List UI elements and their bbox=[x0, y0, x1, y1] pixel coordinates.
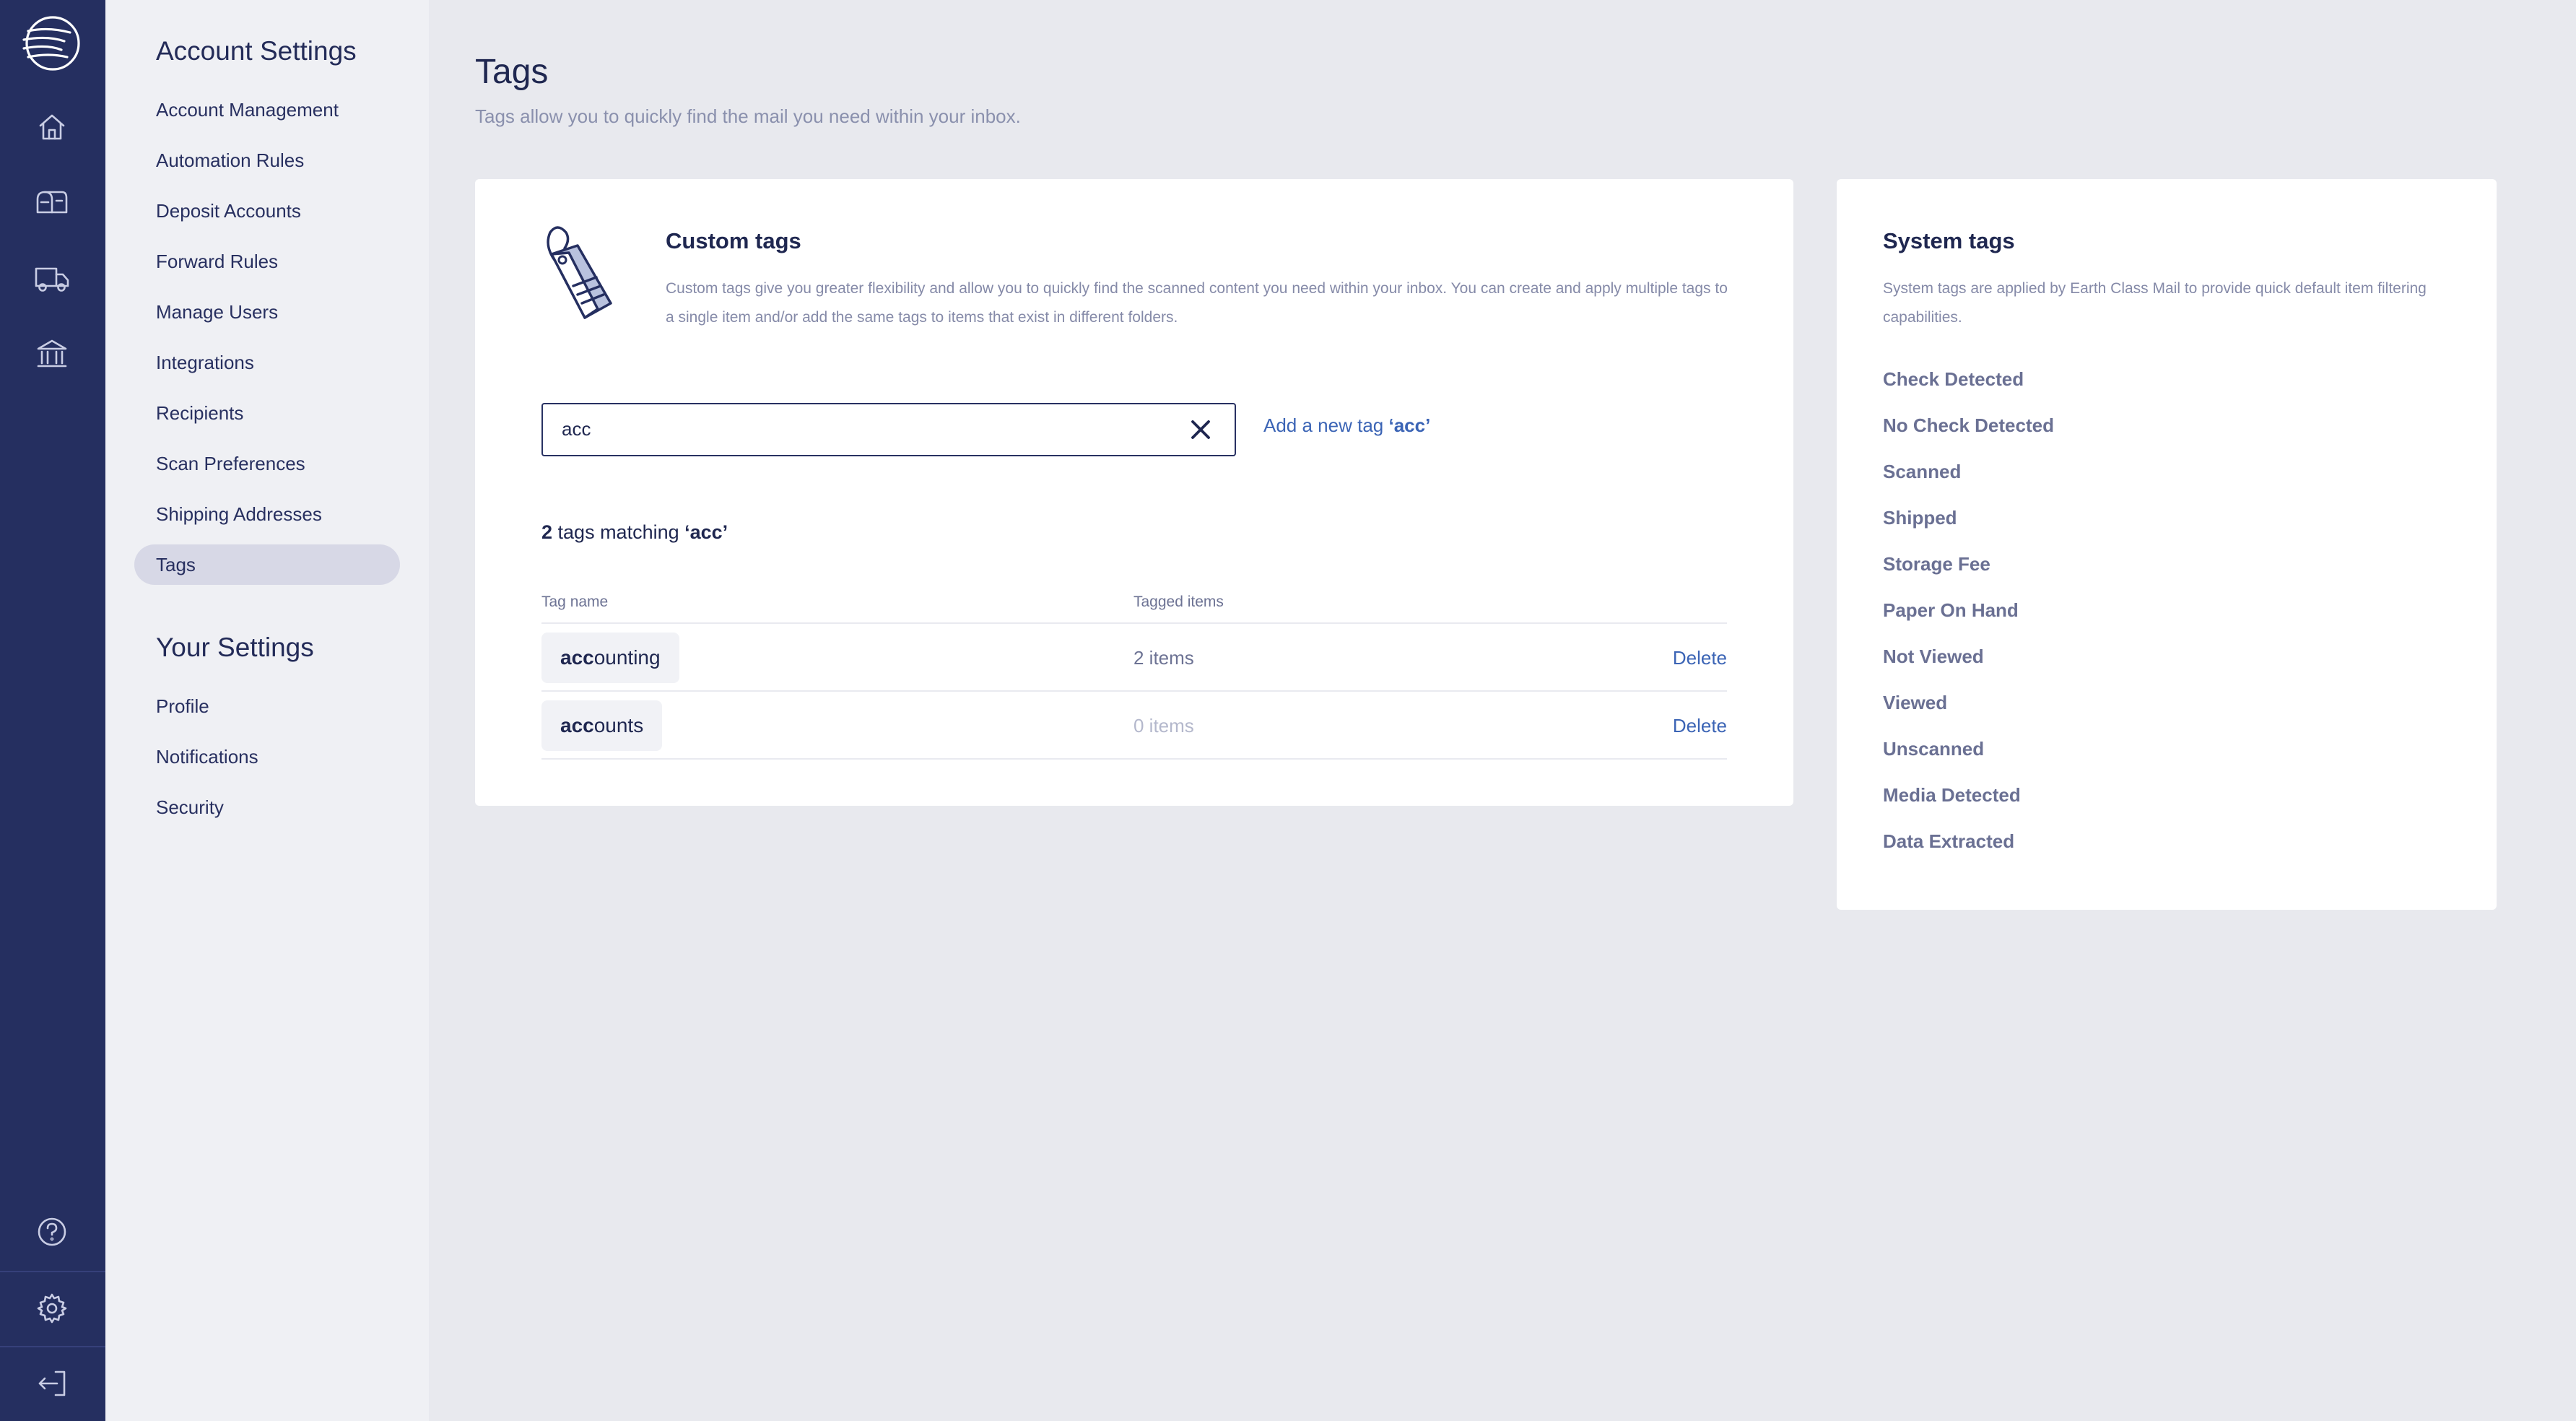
system-tag-item: Shipped bbox=[1883, 507, 1957, 529]
system-tag-item: Data Extracted bbox=[1883, 830, 2015, 852]
table-divider bbox=[541, 690, 1727, 692]
help-icon[interactable] bbox=[33, 1213, 71, 1251]
menu-item-deposit-accounts[interactable]: Deposit Accounts bbox=[134, 191, 400, 231]
menu-item-shipping-addresses[interactable]: Shipping Addresses bbox=[134, 494, 400, 534]
system-tag-item: Storage Fee bbox=[1883, 553, 1990, 575]
menu-item-security[interactable]: Security bbox=[134, 787, 400, 827]
system-tags-title: System tags bbox=[1883, 228, 2015, 253]
bank-icon[interactable] bbox=[33, 335, 71, 373]
account-settings-title: Account Settings bbox=[156, 36, 357, 66]
system-tag-item: Check Detected bbox=[1883, 368, 2024, 390]
logout-icon[interactable] bbox=[33, 1365, 71, 1402]
menu-item-forward-rules[interactable]: Forward Rules bbox=[134, 241, 400, 282]
column-header-tagged-items: Tagged items bbox=[1133, 594, 1224, 610]
system-tag-item: Unscanned bbox=[1883, 738, 1985, 760]
system-tag-item: Paper On Hand bbox=[1883, 599, 2019, 621]
tag-pill-accounting[interactable]: acc ounting bbox=[541, 633, 679, 683]
menu-item-manage-users[interactable]: Manage Users bbox=[134, 292, 400, 332]
custom-tags-title: Custom tags bbox=[666, 228, 801, 253]
price-tag-icon bbox=[536, 224, 615, 322]
table-divider bbox=[541, 622, 1727, 624]
logo-icon[interactable] bbox=[19, 14, 86, 73]
match-count: 2 tags matching ‘acc’ bbox=[541, 521, 728, 543]
table-divider bbox=[541, 758, 1727, 760]
column-header-tag-name: Tag name bbox=[541, 594, 609, 610]
system-tags-description: System tags are applied by Earth Class M… bbox=[1883, 280, 2427, 326]
system-tag-item: No Check Detected bbox=[1883, 414, 2054, 436]
clear-icon[interactable] bbox=[1188, 417, 1213, 442]
page-title: Tags bbox=[475, 53, 549, 91]
menu-item-tags[interactable]: Tags bbox=[134, 544, 400, 585]
gear-icon[interactable] bbox=[33, 1290, 71, 1327]
delete-tag-button[interactable]: Delete bbox=[1673, 647, 1727, 669]
tagged-items-count: 2 items bbox=[1133, 647, 1194, 669]
menu-item-notifications[interactable]: Notifications bbox=[134, 736, 400, 777]
menu-item-account-management[interactable]: Account Management bbox=[134, 90, 400, 130]
rail-divider bbox=[0, 1271, 105, 1272]
menu-item-automation-rules[interactable]: Automation Rules bbox=[134, 140, 400, 181]
your-settings-title: Your Settings bbox=[156, 633, 314, 662]
tag-search-input[interactable] bbox=[543, 404, 1164, 454]
icon-rail bbox=[0, 0, 105, 1421]
menu-item-scan-preferences[interactable]: Scan Preferences bbox=[134, 443, 400, 484]
rail-divider bbox=[0, 1346, 105, 1347]
custom-tags-description: Custom tags give you greater flexibility… bbox=[666, 280, 1728, 326]
custom-tags-card: Custom tags Custom tags give you greater… bbox=[475, 179, 1793, 806]
system-tags-card: System tags System tags are applied by E… bbox=[1837, 179, 2497, 910]
delete-tag-button[interactable]: Delete bbox=[1673, 715, 1727, 737]
system-tag-item: Media Detected bbox=[1883, 784, 2021, 806]
menu-item-recipients[interactable]: Recipients bbox=[134, 393, 400, 433]
home-icon[interactable] bbox=[33, 108, 71, 146]
settings-menu: Account Settings Account Management Auto… bbox=[105, 0, 429, 1421]
tag-pill-accounts[interactable]: acc ounts bbox=[541, 700, 663, 751]
tag-search-box bbox=[541, 403, 1236, 456]
menu-item-integrations[interactable]: Integrations bbox=[134, 342, 400, 383]
mailbox-icon[interactable] bbox=[33, 183, 71, 221]
page-subtitle: Tags allow you to quickly find the mail … bbox=[475, 105, 1021, 127]
system-tag-item: Scanned bbox=[1883, 461, 1962, 482]
system-tag-item: Viewed bbox=[1883, 692, 1948, 713]
tagged-items-count: 0 items bbox=[1133, 715, 1194, 736]
add-new-tag-link[interactable]: Add a new tag ‘acc’ bbox=[1263, 414, 1430, 437]
truck-icon[interactable] bbox=[33, 260, 71, 297]
menu-item-profile[interactable]: Profile bbox=[134, 686, 400, 726]
system-tag-item: Not Viewed bbox=[1883, 646, 1984, 667]
